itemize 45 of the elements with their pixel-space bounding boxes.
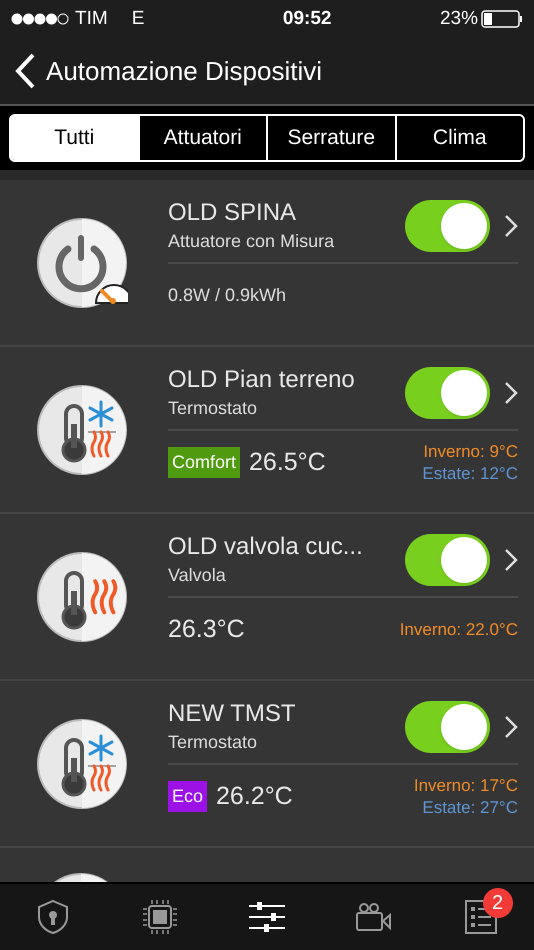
device-type: Attuatore con Misura — [168, 230, 336, 252]
device-icon — [36, 384, 128, 476]
temperature-reading: 26.2°C — [216, 780, 293, 812]
power-reading: 0.8W / 0.9kWh — [168, 284, 286, 307]
toggle-switch[interactable] — [405, 534, 490, 586]
segment-tab[interactable]: Clima — [394, 116, 523, 160]
device-icon — [36, 718, 128, 810]
device-type: Termostato — [168, 396, 258, 420]
toggle-switch[interactable] — [405, 700, 490, 752]
winter-setpoint: Inverno: 9°C — [423, 440, 518, 462]
shield-keyhole-icon[interactable] — [36, 899, 70, 935]
device-type: Valvola — [168, 564, 227, 586]
network-type: E — [132, 6, 144, 31]
device-name: OLD SPINA — [168, 198, 298, 228]
chip-icon[interactable] — [142, 899, 178, 935]
mode-badge: Eco — [168, 781, 208, 812]
device-name: NEW TMST — [168, 698, 297, 728]
summer-setpoint: Estate: 27°C — [422, 796, 518, 818]
clock-time: 09:52 — [282, 6, 332, 31]
winter-setpoint: Inverno: 17°C — [414, 774, 518, 796]
video-camera-icon[interactable] — [356, 902, 392, 932]
battery-percentage: 23% — [440, 6, 478, 31]
chevron-icon[interactable] — [504, 548, 518, 572]
device-type: Termostato — [168, 730, 258, 754]
segment-tab[interactable]: Tutti — [11, 116, 138, 160]
winter-setpoint: Inverno: 22.0°C — [400, 618, 518, 640]
toggle-switch[interactable] — [405, 200, 490, 252]
temperature-reading: 26.5°C — [249, 446, 326, 478]
device-name: OLD valvola cuc... — [168, 532, 364, 562]
mode-badge: Comfort — [168, 447, 240, 478]
battery-icon — [480, 10, 523, 28]
sliders-icon[interactable] — [248, 901, 285, 933]
chevron-icon[interactable] — [504, 380, 518, 404]
chevron-icon[interactable] — [504, 214, 518, 238]
device-icon — [36, 216, 128, 308]
notification-badge: 2 — [482, 888, 513, 918]
toggle-switch[interactable] — [405, 366, 490, 418]
carrier-name: TIM — [75, 6, 108, 31]
temperature-reading: 26.3°C — [168, 614, 245, 645]
signal-strength-icon — [11, 13, 69, 25]
device-icon — [36, 550, 128, 642]
chevron-icon[interactable] — [504, 714, 518, 738]
summer-setpoint: Estate: 12°C — [422, 462, 518, 484]
device-name: OLD Pian terreno — [168, 364, 356, 394]
page-title: Automazione Dispositivi — [46, 54, 322, 88]
